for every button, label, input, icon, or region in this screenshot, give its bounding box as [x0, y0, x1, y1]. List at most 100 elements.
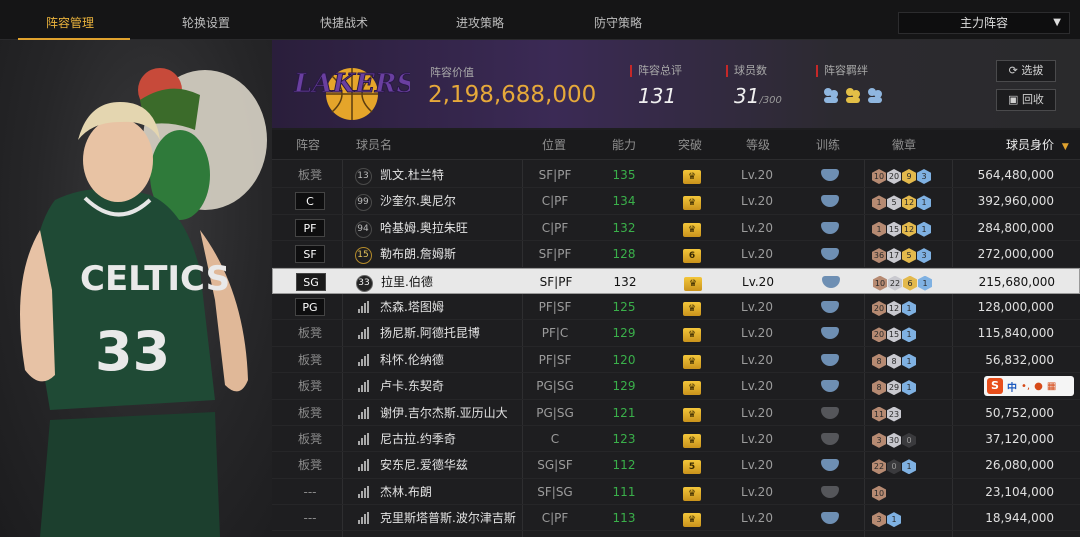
player-name[interactable]: 杰林.布朗	[380, 479, 530, 505]
col-training[interactable]: 训练	[816, 130, 840, 160]
player-name[interactable]: 哈基姆.奥拉朱旺	[380, 215, 530, 241]
training-status[interactable]	[818, 479, 842, 505]
select-button[interactable]: ⟳ 选拔	[996, 60, 1056, 82]
col-position[interactable]: 位置	[542, 130, 566, 160]
signal-bars-icon	[357, 459, 369, 472]
table-row[interactable]: PF 94 哈基姆.奥拉朱旺 C|PF 132 ♛ Lv.20 1 15 12 1 284,800,0…	[272, 215, 1080, 242]
table-row[interactable]: SG 33 拉里.伯德 SF|PF 132 ♛ Lv.20 10 22 6 1 215,680,000	[272, 267, 1080, 295]
breakthrough-badge[interactable]: ♛	[677, 426, 707, 452]
player-name[interactable]: 杰森.塔图姆	[380, 294, 530, 320]
badge-counts[interactable]: 10	[872, 479, 952, 505]
blue-badge-icon: 1	[902, 327, 916, 343]
player-name[interactable]: 尼古拉.约季奇	[380, 426, 530, 452]
breakthrough-badge[interactable]: ♛	[678, 269, 708, 295]
player-name[interactable]: 科怀.伦纳德	[380, 347, 530, 373]
badge-counts[interactable]: 3 30 0	[872, 426, 952, 452]
player-name[interactable]: 扬尼斯.阿德托昆博	[380, 320, 530, 346]
training-status[interactable]	[819, 269, 843, 295]
player-name[interactable]: 卢卡.东契奇	[380, 373, 530, 399]
badge-counts[interactable]: 36 17 5 3	[872, 241, 952, 267]
table-row[interactable]: 板凳 安东尼.爱德华兹 SG|SF 112 5 Lv.20 22 0 1 26,080,000	[272, 452, 1080, 479]
table-row[interactable]: SF 15 勒布朗.詹姆斯 SF|PF 128 6 Lv.20 36 17 5 3 272,000,0…	[272, 241, 1080, 268]
lineup-select[interactable]: 主力阵容 ▼	[898, 12, 1070, 34]
training-status[interactable]	[818, 426, 842, 452]
badge-counts[interactable]: 11 23	[872, 400, 952, 426]
recycle-button[interactable]: ▣ 回收	[996, 89, 1056, 111]
tab-lineup-management[interactable]: 阵容管理	[10, 0, 130, 40]
team-logo: LAKERS	[290, 50, 416, 122]
training-status[interactable]	[818, 320, 842, 346]
breakthrough-badge[interactable]: 6	[677, 241, 707, 267]
team-value: 2,198,688,000	[428, 82, 597, 108]
tab-defense-strategy[interactable]: 防守策略	[558, 0, 678, 40]
training-status[interactable]	[818, 215, 842, 241]
tab-quick-tactics[interactable]: 快捷战术	[284, 0, 404, 40]
badge-counts[interactable]: 881	[872, 347, 952, 373]
player-name[interactable]: 安东尼.爱德华兹	[380, 452, 530, 478]
ime-toolbar[interactable]: S 中 •, ● ▦	[984, 376, 1074, 396]
training-status[interactable]	[818, 162, 842, 188]
bond-icons[interactable]	[822, 86, 884, 104]
table-row[interactable]: C 99 沙奎尔.奥尼尔 C|PF 134 ♛ Lv.20 1 5 12 1 392,960,000	[272, 188, 1080, 215]
badge-counts[interactable]: 10 22 6 1	[873, 269, 953, 295]
col-overall[interactable]: 能力	[612, 130, 636, 160]
tab-offense-strategy[interactable]: 进攻策略	[420, 0, 540, 40]
col-breakthrough[interactable]: 突破	[678, 130, 702, 160]
breakthrough-badge[interactable]: ♛	[677, 400, 707, 426]
col-level[interactable]: 等级	[746, 130, 770, 160]
table-row[interactable]: 板凳 谢伊.吉尔杰斯.亚历山大 PG|SG 121 ♛ Lv.20 11 23 50,752,0…	[272, 400, 1080, 426]
badge-counts[interactable]: 10 20 9 3	[872, 162, 952, 188]
player-name[interactable]: 沙奎尔.奥尼尔	[380, 188, 530, 214]
training-status[interactable]	[818, 347, 842, 373]
breakthrough-badge[interactable]: ♛	[677, 373, 707, 399]
col-badges[interactable]: 徽章	[892, 130, 916, 160]
badge-counts[interactable]: 20 12 1	[872, 294, 952, 320]
player-level: Lv.20	[741, 458, 773, 473]
badge-counts[interactable]: 8 29 1	[872, 373, 952, 399]
col-lineup[interactable]: 阵容	[296, 130, 320, 160]
training-status[interactable]	[818, 505, 842, 531]
player-name[interactable]: 拉里.伯德	[381, 269, 531, 295]
breakthrough-badge[interactable]: ♛	[677, 505, 707, 531]
badge-counts[interactable]: 1 15 12 1	[872, 215, 952, 241]
breakthrough-badge[interactable]: 5	[677, 452, 707, 478]
player-name[interactable]: 凯文.杜兰特	[380, 162, 530, 188]
badge-counts[interactable]: 1 5 12 1	[872, 188, 952, 214]
table-row[interactable]: --- 克里斯塔普斯.波尔津吉斯 C|PF 113 ♛ Lv.20 3 1 18,944,000	[272, 505, 1080, 532]
training-status[interactable]	[818, 241, 842, 267]
col-player-value[interactable]: 球员身价 ▼	[1006, 130, 1069, 160]
badge-counts[interactable]: 20 15 1	[872, 320, 952, 346]
table-row[interactable]: 板凳 卢卡.东契奇 PG|SG 129 ♛ Lv.20 8 29 1	[272, 373, 1080, 400]
player-name[interactable]: 克里斯塔普斯.波尔津吉斯	[380, 505, 530, 531]
table-row[interactable]: 板凳 13 凯文.杜兰特 SF|PF 135 ♛ Lv.20 10 20 9 3 564,480,00…	[272, 162, 1080, 189]
training-status[interactable]	[818, 373, 842, 399]
training-status[interactable]	[818, 452, 842, 478]
table-row[interactable]: 板凳 尼古拉.约季奇 C 123 ♛ Lv.20 3 30 0 37,120,000	[272, 426, 1080, 453]
jersey-badge	[352, 373, 374, 399]
tab-rotation-settings[interactable]: 轮换设置	[146, 0, 266, 40]
training-status[interactable]	[818, 400, 842, 426]
col-player-name[interactable]: 球员名	[356, 130, 392, 160]
badge-counts[interactable]: 31	[872, 505, 952, 531]
player-name[interactable]: 勒布朗.詹姆斯	[380, 241, 530, 267]
breakthrough-badge[interactable]: ♛	[677, 188, 707, 214]
player-name[interactable]: 谢伊.吉尔杰斯.亚历山大	[380, 400, 530, 426]
table-row[interactable]: PG 杰森.塔图姆 PF|SF 125 ♛ Lv.20 20 12 1 128,000,000	[272, 294, 1080, 321]
breakthrough-badge[interactable]: ♛	[677, 347, 707, 373]
blue-badge-icon: 3	[917, 248, 931, 264]
player-overall: 113	[612, 511, 636, 526]
player-overall: 112	[612, 458, 636, 473]
breakthrough-badge[interactable]: ♛	[677, 215, 707, 241]
signal-bars-icon	[357, 380, 369, 393]
table-row[interactable]: 板凳 扬尼斯.阿德托昆博 PF|C 129 ♛ Lv.20 20 15 1 115,840,000	[272, 320, 1080, 347]
breakthrough-badge[interactable]: ♛	[677, 320, 707, 346]
breakthrough-badge[interactable]: ♛	[677, 162, 707, 188]
table-row[interactable]: --- 杰林.布朗 SF|SG 111 ♛ Lv.20 10 23,104,000	[272, 479, 1080, 506]
breakthrough-badge[interactable]: ♛	[677, 294, 707, 320]
badge-counts[interactable]: 22 0 1	[872, 452, 952, 478]
training-status[interactable]	[818, 188, 842, 214]
table-row[interactable]: 板凳 科怀.伦纳德 PF|SF 120 ♛ Lv.20 8 8 1 56,832,000	[272, 347, 1080, 374]
training-status[interactable]	[818, 294, 842, 320]
breakthrough-badge[interactable]: ♛	[677, 479, 707, 505]
signal-bars-icon	[357, 432, 369, 445]
